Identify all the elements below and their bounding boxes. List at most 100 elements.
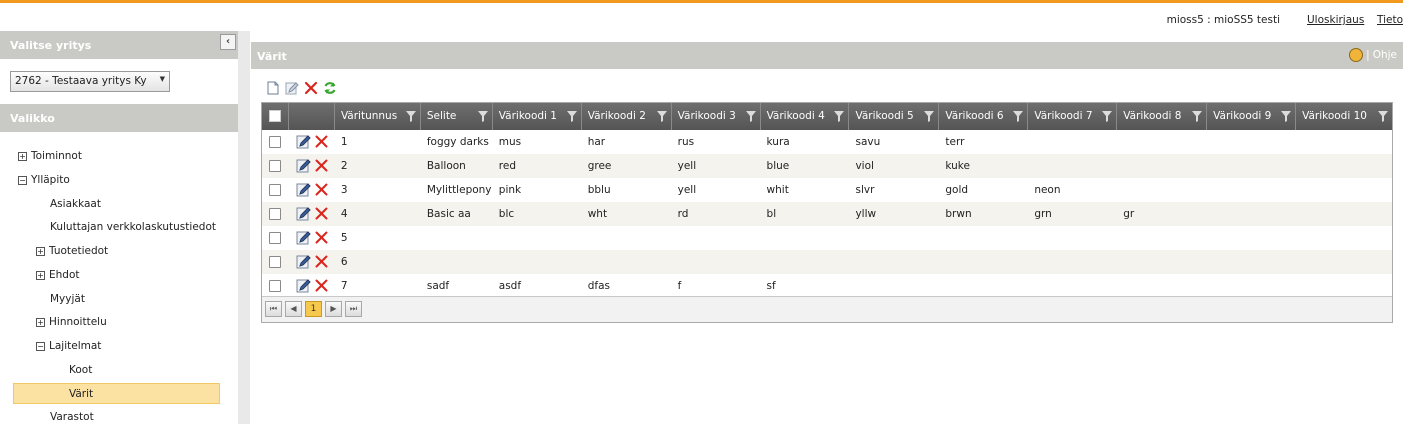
row-select-cell [262, 202, 289, 226]
row-checkbox[interactable] [269, 208, 281, 220]
expand-icon[interactable]: + [18, 152, 27, 161]
logout-link[interactable]: Uloskirjaus [1307, 14, 1364, 26]
row-checkbox[interactable] [269, 280, 281, 292]
filter-icon[interactable] [834, 110, 845, 122]
filter-icon[interactable] [1281, 110, 1292, 122]
edit-row-icon[interactable] [296, 134, 311, 149]
table-cell: red [498, 160, 516, 172]
next-page-button[interactable]: ▶ [325, 301, 342, 317]
menu-item-koot[interactable]: Koot [69, 364, 92, 376]
info-link[interactable]: Tieto [1377, 14, 1403, 26]
table-row[interactable]: 4 Basic aa blc wht rd bl yllw brwn grn gr [262, 202, 1392, 226]
table-row[interactable]: 2 Balloon red gree yell blue viol kuke [262, 154, 1392, 178]
table-cell: yllw [855, 208, 877, 220]
delete-row-icon[interactable] [314, 134, 329, 149]
menu-item-tuotetiedot[interactable]: + Tuotetiedot [36, 245, 108, 257]
sidebar-splitter[interactable] [238, 31, 250, 424]
expand-icon[interactable]: + [36, 271, 45, 280]
column-header[interactable]: Värikoodi 4 [761, 103, 850, 130]
select-all-checkbox[interactable] [269, 110, 281, 122]
table-cell: gold [945, 184, 969, 196]
row-actions-cell [289, 130, 335, 154]
edit-row-icon[interactable] [296, 278, 311, 293]
help-icon[interactable] [1349, 48, 1364, 62]
filter-icon[interactable] [477, 110, 488, 122]
column-header[interactable]: Värikoodi 8 [1117, 103, 1208, 130]
delete-row-icon[interactable] [314, 206, 329, 221]
edit-row-icon[interactable] [296, 182, 311, 197]
row-select-cell [262, 250, 289, 274]
menu-item-kuluttajan-verkkolaskutustiedot[interactable]: Kuluttajan verkkolaskutustiedot [50, 221, 216, 233]
delete-icon[interactable] [303, 80, 319, 96]
menu-item-myyjat[interactable]: Myyjät [50, 293, 85, 305]
column-header[interactable]: Värikoodi 3 [672, 103, 761, 130]
filter-icon[interactable] [1192, 110, 1203, 122]
menu-item-ehdot[interactable]: + Ehdot [36, 269, 80, 281]
column-header[interactable]: Värikoodi 9 [1207, 103, 1297, 130]
menu-item-yllapito[interactable]: − Ylläpito [18, 174, 70, 186]
row-checkbox[interactable] [269, 232, 281, 244]
menu-item-varastot[interactable]: Varastot [50, 411, 94, 423]
menu-item-toiminnot[interactable]: + Toiminnot [18, 150, 82, 162]
filter-icon[interactable] [405, 110, 416, 122]
filter-icon[interactable] [924, 110, 935, 122]
column-header[interactable]: Värikoodi 1 [493, 103, 582, 130]
menu-item-hinnoittelu[interactable]: + Hinnoittelu [36, 316, 107, 328]
table-cell: yell [677, 184, 697, 196]
column-header[interactable]: Väritunnus [335, 103, 421, 130]
row-checkbox[interactable] [269, 184, 281, 196]
prev-page-button[interactable]: ◀ [285, 301, 302, 317]
filter-icon[interactable] [1102, 110, 1113, 122]
menu-item-varit[interactable]: Värit [13, 383, 220, 404]
filter-icon[interactable] [1378, 110, 1388, 122]
column-header[interactable]: Värikoodi 2 [582, 103, 672, 130]
collapse-sidebar-button[interactable]: ‹ [220, 34, 236, 50]
table-row[interactable]: 6 [262, 250, 1392, 274]
table-row[interactable]: 3 Mylittlepony pink bblu yell whit slvr gold neo… [262, 178, 1392, 202]
filter-icon[interactable] [745, 110, 756, 122]
table-cell: 2 [340, 160, 348, 172]
current-page-button[interactable]: 1 [305, 301, 322, 317]
table-cell: terr [945, 136, 965, 148]
edit-icon[interactable] [284, 80, 300, 96]
table-row[interactable]: 1 foggy darks mus har rus kura savu terr [262, 130, 1392, 154]
expand-icon[interactable]: + [36, 247, 45, 256]
row-checkbox[interactable] [269, 160, 281, 172]
table-row[interactable]: 5 [262, 226, 1392, 250]
menu-item-lajitelmat[interactable]: − Lajitelmat [36, 340, 101, 352]
delete-row-icon[interactable] [314, 158, 329, 173]
new-document-icon[interactable] [265, 80, 281, 96]
last-page-button[interactable]: ⏭ [345, 301, 362, 317]
first-page-button[interactable]: ⏮ [265, 301, 282, 317]
collapse-icon[interactable]: − [18, 176, 27, 185]
column-header[interactable]: Värikoodi 10 [1296, 103, 1392, 130]
help-link[interactable]: Ohje [1373, 49, 1397, 61]
column-header[interactable]: Värikoodi 5 [849, 103, 940, 130]
table-cell [939, 274, 1028, 298]
edit-row-icon[interactable] [296, 254, 311, 269]
edit-row-icon[interactable] [296, 230, 311, 245]
collapse-icon[interactable]: − [36, 342, 45, 351]
filter-icon[interactable] [566, 110, 577, 122]
column-header[interactable]: Värikoodi 6 [939, 103, 1029, 130]
filter-icon[interactable] [656, 110, 667, 122]
delete-row-icon[interactable] [314, 230, 329, 245]
filter-icon[interactable] [1013, 110, 1024, 122]
column-header[interactable]: Värikoodi 7 [1028, 103, 1118, 130]
row-checkbox[interactable] [269, 256, 281, 268]
company-select[interactable]: 2762 - Testaava yritys Ky ▼ [10, 71, 170, 92]
table-cell [939, 226, 1028, 250]
column-header[interactable]: Selite [421, 103, 493, 130]
refresh-icon[interactable] [322, 80, 338, 96]
menu-item-asiakkaat[interactable]: Asiakkaat [50, 198, 101, 210]
expand-icon[interactable]: + [36, 318, 45, 327]
help-area[interactable]: | Ohje [1349, 48, 1397, 62]
delete-row-icon[interactable] [314, 182, 329, 197]
delete-row-icon[interactable] [314, 278, 329, 293]
delete-row-icon[interactable] [314, 254, 329, 269]
row-checkbox[interactable] [269, 136, 281, 148]
table-cell [849, 274, 939, 298]
edit-row-icon[interactable] [296, 158, 311, 173]
edit-row-icon[interactable] [296, 206, 311, 221]
table-row[interactable]: 7 sadf asdf dfas f sf [262, 274, 1392, 298]
